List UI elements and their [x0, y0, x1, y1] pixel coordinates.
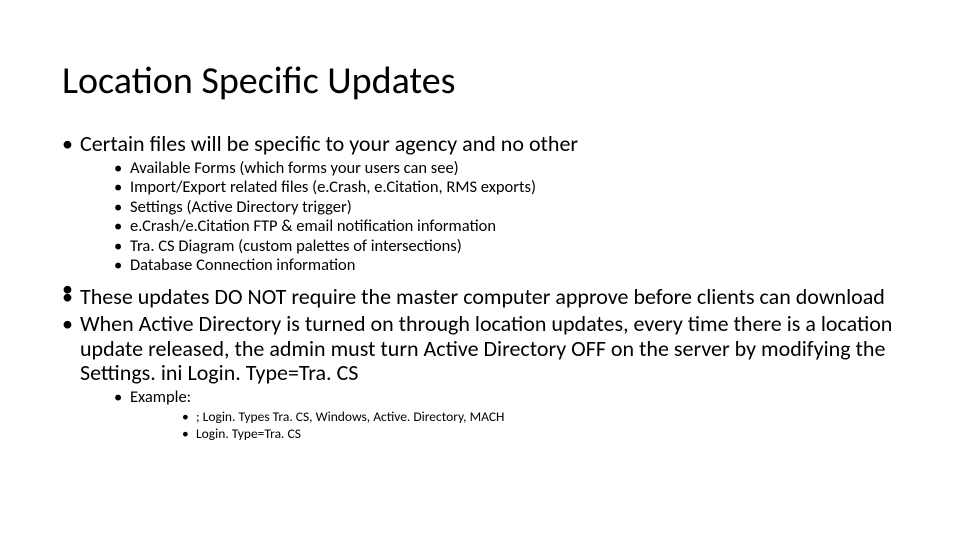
bullet-item: These updates DO NOT require the master …: [62, 285, 898, 310]
sub-bullet-item: e.Crash/e.Citation FTP & email notificat…: [114, 217, 898, 236]
bullet-text: When Active Directory is turned on throu…: [80, 310, 892, 386]
sub-bullet-item: Import/Export related files (e.Crash, e.…: [114, 178, 898, 197]
sub-bullet-text: Import/Export related files (e.Crash, e.…: [130, 177, 536, 197]
sub-bullet-item: Settings (Active Directory trigger): [114, 198, 898, 217]
bullet-text: Certain files will be specific to your a…: [80, 130, 578, 157]
bullet-item: When Active Directory is turned on throu…: [62, 312, 898, 443]
sub-bullet-list: Available Forms (which forms your users …: [80, 159, 898, 276]
page-title: Location Specific Updates: [62, 58, 898, 104]
sub-bullet-text: Example:: [130, 387, 191, 407]
sub-bullet-item: Tra. CS Diagram (custom palettes of inte…: [114, 237, 898, 256]
sub-sub-bullet-item: ; Login. Types Tra. CS, Windows, Active.…: [182, 409, 898, 426]
slide: Location Specific Updates Certain files …: [0, 0, 960, 540]
sub-sub-bullet-list: ; Login. Types Tra. CS, Windows, Active.…: [130, 409, 898, 443]
sub-bullet-text: Settings (Active Directory trigger): [130, 197, 352, 217]
sub-bullet-text: Available Forms (which forms your users …: [130, 158, 459, 178]
sub-bullet-item: Database Connection information: [114, 256, 898, 275]
sub-sub-bullet-item: Login. Type=Tra. CS: [182, 426, 898, 443]
sub-bullet-item: Example: ; Login. Types Tra. CS, Windows…: [114, 388, 898, 443]
sub-bullet-text: Database Connection information: [130, 255, 355, 275]
bullet-list: Certain files will be specific to your a…: [62, 132, 898, 443]
bullet-item: Certain files will be specific to your a…: [62, 132, 898, 275]
sub-bullet-text: e.Crash/e.Citation FTP & email notificat…: [130, 216, 496, 236]
sub-bullet-list: Example: ; Login. Types Tra. CS, Windows…: [80, 388, 898, 443]
bullet-text: These updates DO NOT require the master …: [80, 283, 885, 310]
sub-bullet-item: Available Forms (which forms your users …: [114, 159, 898, 178]
sub-sub-bullet-text: Login. Type=Tra. CS: [196, 425, 301, 442]
sub-sub-bullet-text: ; Login. Types Tra. CS, Windows, Active.…: [196, 408, 504, 425]
sub-bullet-text: Tra. CS Diagram (custom palettes of inte…: [130, 236, 462, 256]
